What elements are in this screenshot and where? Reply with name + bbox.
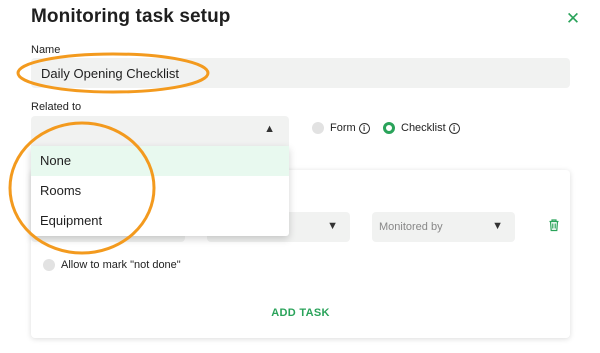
radio-checked-icon (383, 122, 395, 134)
related-to-label: Related to (31, 101, 82, 113)
info-icon[interactable]: i (358, 122, 370, 134)
close-icon[interactable]: ✕ (564, 10, 582, 28)
chevron-up-icon: ▲ (264, 123, 275, 135)
form-radio[interactable]: Form i (312, 122, 370, 134)
chevron-down-icon: ▼ (327, 220, 338, 232)
dropdown-option-equipment[interactable]: Equipment (31, 206, 289, 236)
dropdown-option-rooms[interactable]: Rooms (31, 176, 289, 206)
info-icon[interactable]: i (448, 122, 460, 134)
form-radio-label: Form (330, 122, 356, 134)
checklist-radio[interactable]: Checklist i (383, 122, 460, 134)
related-to-dropdown: None Rooms Equipment (31, 146, 289, 236)
checklist-radio-label: Checklist (401, 122, 446, 134)
chevron-down-icon: ▼ (492, 220, 503, 232)
add-task-button[interactable]: ADD TASK (31, 307, 570, 319)
related-to-select[interactable]: ▲ (31, 116, 289, 146)
allow-not-done-label: Allow to mark "not done" (61, 259, 181, 271)
monitored-by-placeholder: Monitored by (379, 221, 443, 233)
checkbox-unchecked-icon (43, 259, 55, 271)
monitored-by-select[interactable]: Monitored by ▼ (372, 212, 515, 242)
name-input[interactable] (31, 58, 570, 88)
radio-unchecked-icon (312, 122, 324, 134)
name-label: Name (31, 44, 61, 56)
trash-icon[interactable] (547, 218, 561, 232)
dialog-title: Monitoring task setup (31, 6, 231, 27)
dropdown-option-none[interactable]: None (31, 146, 289, 176)
monitoring-task-setup-dialog: Monitoring task setup ✕ Name Related to … (0, 0, 600, 353)
allow-not-done-checkbox[interactable]: Allow to mark "not done" (43, 259, 181, 271)
